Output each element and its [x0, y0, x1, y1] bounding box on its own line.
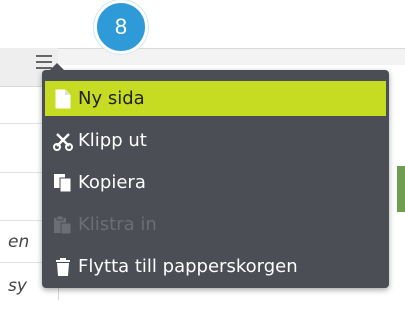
menu-item-move-to-trash[interactable]: Flytta till papperskorgen — [45, 249, 386, 284]
menu-item-label: Flytta till papperskorgen — [78, 256, 298, 277]
menu-item-label: Kopiera — [78, 172, 146, 193]
tree-row-text-fragment: sy — [8, 276, 27, 296]
menu-item-label: Klipp ut — [78, 130, 147, 151]
green-status-bar — [397, 166, 405, 212]
menu-item-new-page[interactable]: Ny sida — [45, 81, 386, 116]
copy-icon — [52, 172, 74, 194]
menu-item-label: Klistra in — [78, 214, 157, 235]
menu-item-cut[interactable]: Klipp ut — [45, 123, 386, 158]
menu-item-paste[interactable]: Klistra in — [45, 207, 386, 242]
step-number-badge: 8 — [94, 0, 148, 54]
new-page-icon — [52, 88, 74, 110]
scissors-icon — [52, 130, 74, 152]
paste-icon — [52, 214, 74, 236]
menu-item-copy[interactable]: Kopiera — [45, 165, 386, 200]
menu-item-label: Ny sida — [78, 88, 145, 109]
menu-pointer-arrow — [50, 63, 64, 70]
trash-icon — [52, 256, 74, 278]
tree-row-text-fragment: en — [8, 232, 30, 252]
context-menu: Ny sida Klipp ut Kopiera Klistra in Flyt… — [42, 63, 389, 288]
